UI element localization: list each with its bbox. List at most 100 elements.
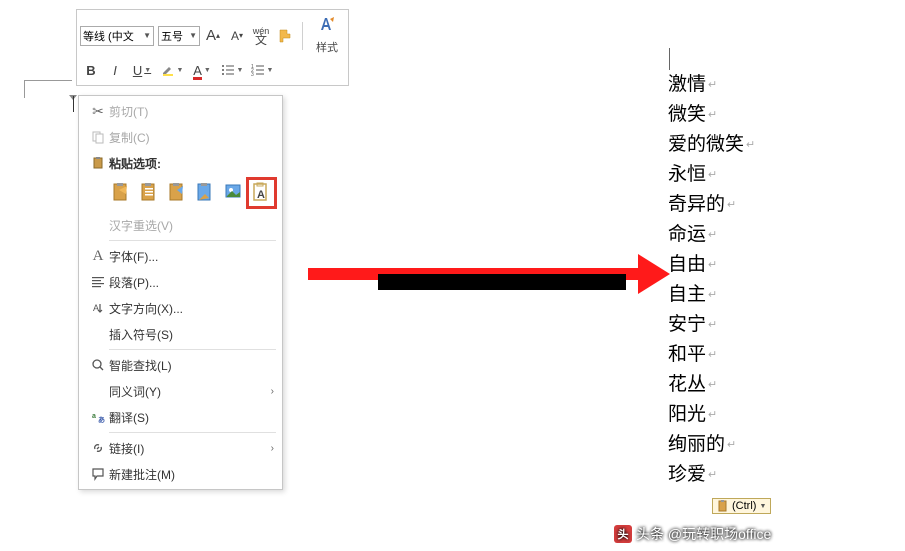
bold-button[interactable]: B	[80, 59, 102, 81]
chevron-right-icon: ›	[271, 443, 274, 454]
styles-label: 样式	[316, 39, 338, 55]
chevron-down-icon: ▼	[144, 67, 151, 74]
menu-paragraph[interactable]: 段落(P)...	[79, 269, 282, 295]
text-line: 自由↵	[668, 250, 868, 280]
paste-keep-text-button[interactable]	[193, 180, 218, 206]
font-name-value: 等线 (中文	[83, 28, 143, 44]
chevron-down-icon: ▼	[267, 67, 274, 74]
svg-text:A: A	[257, 189, 265, 201]
menu-separator	[109, 240, 276, 241]
paste-options-row: A	[79, 176, 282, 212]
search-icon	[87, 358, 109, 372]
smart-tag-label: (Ctrl)	[732, 500, 756, 512]
toutiao-logo-icon: 头	[614, 525, 632, 543]
paste-smart-tag[interactable]: (Ctrl) ▼	[712, 498, 771, 514]
ruler-corner	[24, 80, 72, 98]
font-color-button[interactable]: A ▼	[188, 59, 216, 81]
font-icon: A	[87, 248, 109, 265]
grow-font-button[interactable]: A▴	[202, 25, 224, 47]
bullet-list-button[interactable]: ▼	[218, 59, 246, 81]
paragraph-mark-icon: ↵	[708, 280, 717, 310]
text-cursor	[73, 96, 74, 112]
clipboard-icon	[717, 500, 729, 512]
paragraph-mark-icon: ↵	[727, 430, 736, 460]
chevron-down-icon: ▼	[759, 503, 766, 510]
paragraph-mark-icon: ↵	[708, 310, 717, 340]
menu-smart-lookup[interactable]: 智能查找(L)	[79, 352, 282, 378]
highlight-button[interactable]: ▼	[158, 59, 186, 81]
watermark: 头 头条 @玩转职场office	[614, 524, 771, 544]
paragraph-mark-icon: ↵	[708, 340, 717, 370]
redaction-bar	[378, 274, 626, 290]
text-line: 珍爱↵	[668, 460, 868, 490]
context-menu: ✂ 剪切(T) 复制(C) 粘贴选项: A	[78, 95, 283, 490]
styles-button[interactable]: 样式	[309, 14, 345, 57]
scissors-icon: ✂	[87, 103, 109, 120]
menu-copy[interactable]: 复制(C)	[79, 124, 282, 150]
italic-button[interactable]: I	[104, 59, 126, 81]
text-line: 阳光↵	[668, 400, 868, 430]
menu-synonyms[interactable]: 同义词(Y) ›	[79, 378, 282, 404]
font-name-select[interactable]: 等线 (中文 ▼	[80, 26, 154, 46]
comment-icon	[87, 467, 109, 481]
paragraph-mark-icon: ↵	[727, 190, 736, 220]
menu-insert-symbol[interactable]: 插入符号(S)	[79, 321, 282, 347]
font-size-value: 五号	[161, 28, 189, 44]
paragraph-mark-icon: ↵	[708, 100, 717, 130]
menu-font[interactable]: A 字体(F)...	[79, 243, 282, 269]
text-line: 爱的微笑↵	[668, 130, 868, 160]
text-line: 激情↵	[668, 70, 868, 100]
text-line: 和平↵	[668, 340, 868, 370]
paste-text-only-button[interactable]: A	[249, 180, 274, 206]
paragraph-mark-icon: ↵	[708, 370, 717, 400]
svg-text:a: a	[92, 413, 96, 420]
link-icon	[87, 441, 109, 455]
svg-text:あ: あ	[98, 415, 105, 424]
menu-text-direction[interactable]: A 文字方向(X)...	[79, 295, 282, 321]
styles-icon	[317, 16, 337, 39]
paste-keep-source-button[interactable]	[109, 180, 134, 206]
underline-button[interactable]: U▼	[128, 59, 156, 81]
svg-text:3: 3	[251, 72, 254, 77]
menu-paste-options-label: 粘贴选项:	[79, 150, 282, 176]
menu-new-comment[interactable]: 新建批注(M)	[79, 461, 282, 487]
menu-separator	[109, 349, 276, 350]
format-painter-button[interactable]	[274, 25, 296, 47]
menu-separator	[109, 432, 276, 433]
text-line: 安宁↵	[668, 310, 868, 340]
translate-icon: aあ	[87, 410, 109, 424]
paste-picture-button[interactable]	[165, 180, 190, 206]
chevron-right-icon: ›	[271, 386, 274, 397]
menu-cut[interactable]: ✂ 剪切(T)	[79, 98, 282, 124]
text-line: 微笑↵	[668, 100, 868, 130]
toolbar-separator	[302, 22, 303, 50]
paragraph-mark-icon: ↵	[708, 70, 717, 100]
copy-icon	[87, 130, 109, 144]
clipboard-icon	[87, 156, 109, 170]
text-line: 绚丽的↵	[668, 430, 868, 460]
text-line: 命运↵	[668, 220, 868, 250]
numbered-list-button[interactable]: 123 ▼	[248, 59, 276, 81]
shrink-font-button[interactable]: A▾	[226, 25, 248, 47]
chevron-down-icon: ▼	[143, 31, 151, 40]
phonetic-guide-button[interactable]: wén文	[250, 25, 272, 47]
text-line: 花丛↵	[668, 370, 868, 400]
paragraph-mark-icon: ↵	[708, 220, 717, 250]
paragraph-mark-icon: ↵	[708, 250, 717, 280]
chevron-down-icon: ▼	[177, 67, 184, 74]
paragraph-icon	[87, 275, 109, 289]
arrow-head	[638, 254, 670, 294]
paste-merge-format-button[interactable]	[137, 180, 162, 206]
margin-marker	[668, 48, 670, 70]
paragraph-mark-icon: ↵	[708, 160, 717, 190]
font-size-select[interactable]: 五号 ▼	[158, 26, 200, 46]
menu-link[interactable]: 链接(I) ›	[79, 435, 282, 461]
toolbar-row-1: 等线 (中文 ▼ 五号 ▼ A▴ A▾ wén文 样式	[80, 13, 345, 58]
chevron-down-icon: ▼	[204, 67, 211, 74]
paste-link-button[interactable]	[221, 180, 246, 206]
menu-translate[interactable]: aあ 翻译(S)	[79, 404, 282, 430]
document-text-area[interactable]: 激情↵ 微笑↵ 爱的微笑↵ 永恒↵ 奇异的↵ 命运↵ 自由↵ 自主↵ 安宁↵ 和…	[668, 48, 868, 490]
toolbar-row-2: B I U▼ ▼ A ▼ ▼ 123 ▼	[80, 58, 345, 82]
svg-text:A: A	[93, 303, 99, 313]
menu-hanzi-reselect[interactable]: 汉字重选(V)	[79, 212, 282, 238]
